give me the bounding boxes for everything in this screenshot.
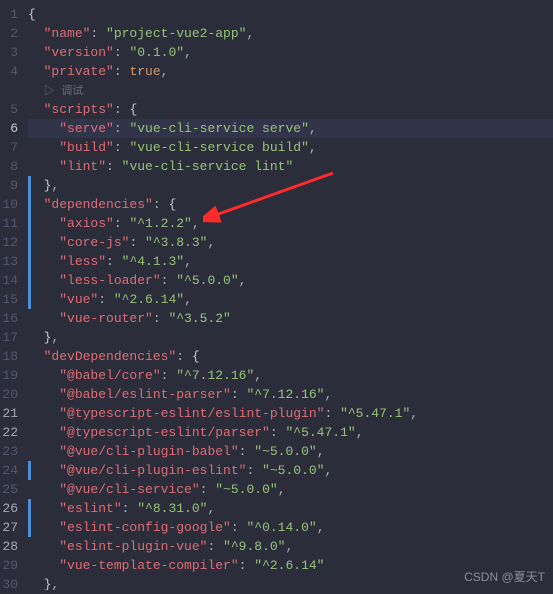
code-line: "vue-router": "^3.5.2" xyxy=(28,309,553,328)
line-number: 14 xyxy=(0,271,18,290)
line-number: 19 xyxy=(0,366,18,385)
code-line: "@typescript-eslint/parser": "^5.47.1", xyxy=(28,423,553,442)
line-number: 1 xyxy=(0,5,18,24)
line-number: 7 xyxy=(0,138,18,157)
line-number: 18 xyxy=(0,347,18,366)
code-line: "dependencies": { xyxy=(28,195,553,214)
line-number: 21 xyxy=(0,404,18,423)
watermark: CSDN @夏天T xyxy=(464,568,545,585)
line-number: 16 xyxy=(0,309,18,328)
code-line: "less-loader": "^5.0.0", xyxy=(28,271,553,290)
code-line: "axios": "^1.2.2", xyxy=(28,214,553,233)
line-number: 9 xyxy=(0,176,18,195)
code-line: "core-js": "^3.8.3", xyxy=(28,233,553,252)
line-number xyxy=(0,81,18,100)
code-line: { xyxy=(28,5,553,24)
code-line: "serve": "vue-cli-service serve", xyxy=(28,119,553,138)
code-line: }, xyxy=(28,176,553,195)
line-number: 30 xyxy=(0,575,18,594)
line-number: 26 xyxy=(0,499,18,518)
line-number: 2 xyxy=(0,24,18,43)
code-content[interactable]: { "name": "project-vue2-app", "version":… xyxy=(28,0,553,590)
line-number: 13 xyxy=(0,252,18,271)
line-number: 11 xyxy=(0,214,18,233)
code-line: "@babel/eslint-parser": "^7.12.16", xyxy=(28,385,553,404)
code-line: ▷ 调试 xyxy=(28,81,553,100)
code-line: "eslint-plugin-vue": "^9.8.0", xyxy=(28,537,553,556)
code-line: "lint": "vue-cli-service lint" xyxy=(28,157,553,176)
code-line: "private": true, xyxy=(28,62,553,81)
code-line: }, xyxy=(28,328,553,347)
debug-hint[interactable]: ▷ 调试 xyxy=(44,86,84,98)
code-line: "less": "^4.1.3", xyxy=(28,252,553,271)
code-line: "@typescript-eslint/eslint-plugin": "^5.… xyxy=(28,404,553,423)
line-number: 25 xyxy=(0,480,18,499)
line-number: 10 xyxy=(0,195,18,214)
code-line: "@babel/core": "^7.12.16", xyxy=(28,366,553,385)
code-line: "devDependencies": { xyxy=(28,347,553,366)
code-line: "scripts": { xyxy=(28,100,553,119)
line-gutter: 1234567891011121314151617181920212223242… xyxy=(0,0,28,590)
line-number: 28 xyxy=(0,537,18,556)
code-line: "version": "0.1.0", xyxy=(28,43,553,62)
line-number: 24 xyxy=(0,461,18,480)
line-number: 22 xyxy=(0,423,18,442)
line-number: 15 xyxy=(0,290,18,309)
code-line: "@vue/cli-plugin-eslint": "~5.0.0", xyxy=(28,461,553,480)
code-editor: 1234567891011121314151617181920212223242… xyxy=(0,0,553,590)
git-change-bar xyxy=(28,0,31,590)
line-number: 12 xyxy=(0,233,18,252)
line-number: 5 xyxy=(0,100,18,119)
code-line: "vue": "^2.6.14", xyxy=(28,290,553,309)
code-line: "eslint-config-google": "^0.14.0", xyxy=(28,518,553,537)
line-number: 6 xyxy=(0,119,18,138)
code-line: "build": "vue-cli-service build", xyxy=(28,138,553,157)
code-line: "@vue/cli-plugin-babel": "~5.0.0", xyxy=(28,442,553,461)
line-number: 3 xyxy=(0,43,18,62)
line-number: 23 xyxy=(0,442,18,461)
code-line: "name": "project-vue2-app", xyxy=(28,24,553,43)
code-line: "eslint": "^8.31.0", xyxy=(28,499,553,518)
line-number: 4 xyxy=(0,62,18,81)
line-number: 20 xyxy=(0,385,18,404)
line-number: 8 xyxy=(0,157,18,176)
code-line: "@vue/cli-service": "~5.0.0", xyxy=(28,480,553,499)
line-number: 17 xyxy=(0,328,18,347)
line-number: 27 xyxy=(0,518,18,537)
line-number: 29 xyxy=(0,556,18,575)
